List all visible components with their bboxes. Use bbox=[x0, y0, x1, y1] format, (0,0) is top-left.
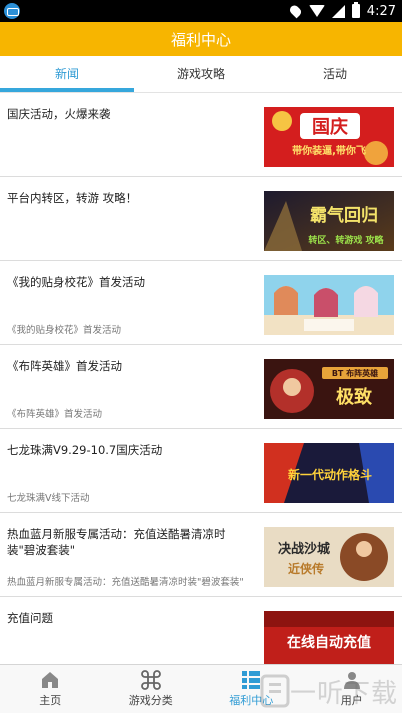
item-subtitle: 《布阵英雄》首发活动 bbox=[7, 409, 103, 420]
signal-icon bbox=[331, 4, 345, 18]
item-thumbnail: BT 布阵英雄 极致 bbox=[264, 359, 394, 419]
item-thumbnail: 国庆 带你装逼,带你飞 bbox=[264, 107, 394, 167]
thumb-subtitle: BT 布阵英雄 bbox=[332, 368, 378, 378]
clock: 4:27 bbox=[366, 3, 396, 19]
item-title: 七龙珠满V9.29-10.7国庆活动 bbox=[7, 443, 163, 457]
location-icon bbox=[287, 3, 303, 19]
nav-game-categories[interactable]: 游戏分类 bbox=[101, 665, 202, 713]
nav-label: 主页 bbox=[39, 694, 62, 707]
news-list[interactable]: 国庆活动，火爆来袭 国庆 带你装逼,带你飞 平台内转区，转游 攻略！ 霸气回归 … bbox=[0, 93, 402, 664]
item-title: 热血蓝月新服专属活动：充值送酷暑清凉时装"碧波套装" bbox=[7, 527, 226, 557]
thumb-title: 国庆 bbox=[312, 116, 348, 138]
wifi-icon bbox=[308, 5, 325, 17]
list-item[interactable]: 国庆活动，火爆来袭 国庆 带你装逼,带你飞 bbox=[0, 93, 402, 177]
user-icon bbox=[342, 670, 362, 690]
home-icon bbox=[40, 670, 60, 690]
status-bar: 4:27 bbox=[0, 0, 402, 22]
nav-user[interactable]: 用户 bbox=[302, 665, 402, 713]
tab-news[interactable]: 新闻 bbox=[0, 56, 134, 92]
list-item[interactable]: 热血蓝月新服专属活动：充值送酷暑清凉时装"碧波套装" 热血蓝月新服专属活动：充值… bbox=[0, 513, 402, 597]
thumb-title: 霸气回归 bbox=[310, 205, 378, 226]
item-subtitle: 《我的贴身校花》首发活动 bbox=[7, 325, 122, 336]
nav-label: 游戏分类 bbox=[128, 694, 173, 707]
thumb-subtitle: 近侠传 bbox=[288, 561, 324, 576]
item-thumbnail: 决战沙城 近侠传 bbox=[264, 527, 394, 587]
nav-home[interactable]: 主页 bbox=[0, 665, 101, 713]
status-icons: 4:27 bbox=[287, 2, 396, 20]
command-icon bbox=[140, 670, 161, 690]
nav-label: 用户 bbox=[340, 694, 363, 707]
tab-events[interactable]: 活动 bbox=[268, 56, 402, 92]
item-thumbnail: 霸气回归 转区、转游戏 攻略 bbox=[264, 191, 394, 251]
list-item[interactable]: 平台内转区，转游 攻略！ 霸气回归 转区、转游戏 攻略 bbox=[0, 177, 402, 261]
thumb-title: 极致 bbox=[336, 386, 373, 408]
thumb-title: 在线自动充值 bbox=[287, 634, 371, 651]
nav-welfare-center[interactable]: 福利中心 bbox=[201, 665, 302, 713]
item-title: 国庆活动，火爆来袭 bbox=[7, 107, 111, 121]
nav-label: 福利中心 bbox=[229, 694, 274, 707]
list-item[interactable]: 《布阵英雄》首发活动 《布阵英雄》首发活动 BT 布阵英雄 极致 bbox=[0, 345, 402, 429]
page-title: 福利中心 bbox=[170, 30, 231, 49]
item-subtitle: 热血蓝月新服专属活动：充值送酷暑清凉时装"碧波套装" bbox=[7, 577, 244, 588]
battery-icon bbox=[351, 2, 360, 18]
tab-game-guides[interactable]: 游戏攻略 bbox=[134, 56, 268, 92]
bottom-navigation: 主页 游戏分类 福利中心 用户 bbox=[0, 664, 402, 713]
tab-bar: 新闻 游戏攻略 活动 bbox=[0, 56, 402, 92]
item-subtitle: 七龙珠满V线下活动 bbox=[7, 493, 90, 504]
app-notification-icon bbox=[4, 3, 20, 19]
item-title: 平台内转区，转游 攻略！ bbox=[7, 191, 138, 205]
thumb-title: 决战沙城 bbox=[278, 541, 330, 557]
thumb-subtitle: 带你装逼,带你飞 bbox=[292, 144, 366, 157]
item-title: 充值问题 bbox=[7, 611, 53, 625]
gift-list-icon bbox=[241, 670, 261, 690]
item-title: 《我的贴身校花》首发活动 bbox=[7, 275, 145, 289]
thumb-subtitle: 转区、转游戏 攻略 bbox=[308, 234, 384, 246]
item-title: 《布阵英雄》首发活动 bbox=[7, 359, 122, 373]
item-thumbnail: 新一代动作格斗 bbox=[264, 443, 394, 503]
list-item[interactable]: 充值问题 在线自动充值 bbox=[0, 597, 402, 664]
item-thumbnail: 在线自动充值 bbox=[264, 611, 394, 664]
list-item[interactable]: 七龙珠满V9.29-10.7国庆活动 七龙珠满V线下活动 新一代动作格斗 bbox=[0, 429, 402, 513]
list-item[interactable]: 《我的贴身校花》首发活动 《我的贴身校花》首发活动 bbox=[0, 261, 402, 345]
app-header: 福利中心 bbox=[0, 22, 402, 56]
thumb-title: 新一代动作格斗 bbox=[288, 467, 372, 482]
item-thumbnail bbox=[264, 275, 394, 335]
